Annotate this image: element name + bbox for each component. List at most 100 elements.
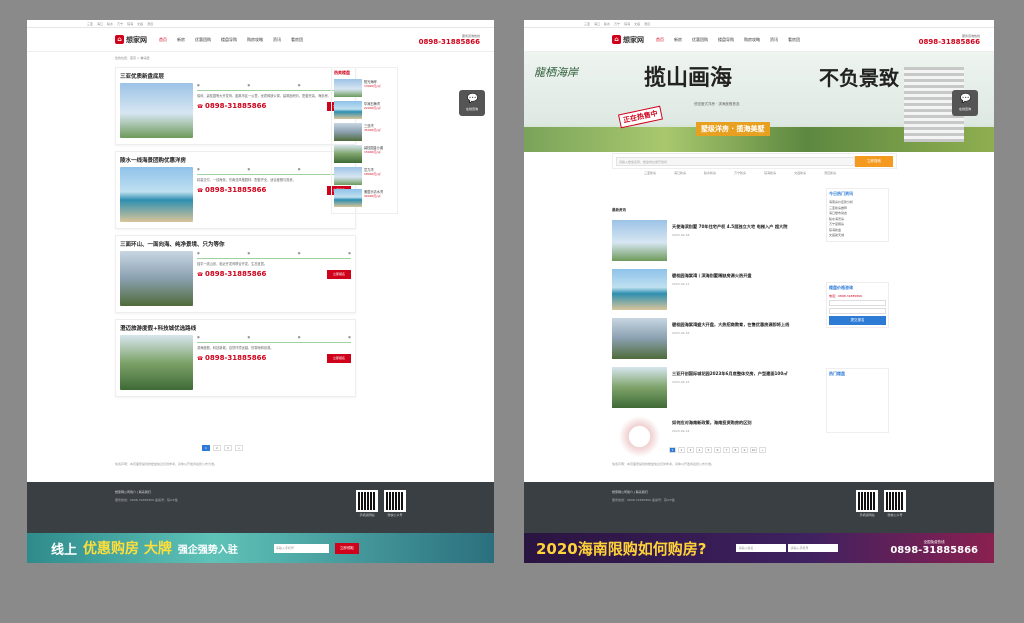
hot-property-item[interactable]: 雅居乐清水湾 30000元/㎡ <box>334 189 395 207</box>
property-image[interactable] <box>120 83 193 138</box>
phone-field[interactable] <box>829 308 886 314</box>
quick-link[interactable]: 琼海新房 <box>764 171 776 175</box>
qr-code-icon <box>856 490 878 512</box>
news-thumb[interactable] <box>612 416 667 457</box>
tour-card[interactable]: 陵水一线海景团购优惠洋房 ●●●● 精装交付、一线海景，东南亚风格园林，配套齐全… <box>115 151 356 229</box>
hot-property-item[interactable]: 华润石梅湾 22000元/㎡ <box>334 101 395 119</box>
hot-projects-sidebar: 热门楼盘 <box>826 368 889 433</box>
tour-card[interactable]: 三亚优质新盘底层 ●●●● 保利、碧桂园等大开发商，距离市区一公里，优质稀缺公寓… <box>115 67 356 145</box>
left-page: 三亚 海口 陵水 万宁 琼海 文昌 澄迈 ⌂ 想家网 首页 新房 优惠团购 楼盘导购 购房攻略 资讯 看房… <box>27 20 494 563</box>
name-field[interactable] <box>829 300 886 306</box>
page-button[interactable]: 1 <box>202 445 210 451</box>
hero-banner[interactable]: 龍栖海岸 揽山画海 不负景致 低密度式洋房 · 滨海度假首选 正在热售中 墅级洋… <box>524 52 994 152</box>
nav-item[interactable]: 首页 <box>159 37 167 43</box>
site-logo[interactable]: ⌂ 想家网 <box>115 35 147 45</box>
news-title[interactable]: 天使海滨别墅 70年住宅产权 4.5层独立大宅 电梯入户 超大院 <box>672 224 787 230</box>
property-image[interactable] <box>120 335 193 390</box>
news-thumb[interactable] <box>612 269 667 310</box>
nav-item[interactable]: 购房攻略 <box>744 37 760 43</box>
news-date: 2023-04-14 <box>672 429 690 433</box>
news-title[interactable]: 三亚开创国际城花园2023年6月底整体交房，户型建面100㎡ <box>672 371 787 377</box>
tour-title[interactable]: 陵水一线海景团购优惠洋房 <box>120 156 351 164</box>
banner-headline-2: 不负景致 <box>819 66 899 90</box>
nav-item[interactable]: 新房 <box>674 37 682 43</box>
nav-item[interactable]: 楼盘导购 <box>221 37 237 43</box>
page-button[interactable]: 5 <box>705 447 712 453</box>
nav-item[interactable]: 首页 <box>656 37 664 43</box>
promo-banner[interactable]: 2020海南限购如何购房? 请输入姓名 请输入手机号 全国免费热线 0898-318… <box>524 533 994 563</box>
news-title[interactable]: 碧桂园海棠湾丨滨海别墅稀缺房源火热开盘 <box>672 273 752 279</box>
property-image[interactable] <box>120 251 193 306</box>
tour-title[interactable]: 三亚优质新盘底层 <box>120 72 351 80</box>
news-thumb[interactable] <box>612 367 667 408</box>
nav-item[interactable]: 资讯 <box>770 37 778 43</box>
page-button[interactable]: » <box>759 447 766 453</box>
page-next-button[interactable]: » <box>235 445 243 451</box>
nav-item[interactable]: 看房团 <box>788 37 800 43</box>
quick-link[interactable]: 海口新房 <box>674 171 686 175</box>
hot-property-item[interactable]: 三亚湾 35000元/㎡ <box>334 123 395 141</box>
page-button[interactable]: 6 <box>714 447 721 453</box>
promo-claim-button[interactable]: 立即领取 <box>334 542 359 554</box>
nav-item[interactable]: 优惠团购 <box>692 37 708 43</box>
news-item[interactable]: 碧桂园海棠湾盛大开盘，大热招商教育，在售优惠房源即将上线 2023-04-16 <box>612 318 817 359</box>
page-button[interactable]: 4 <box>696 447 703 453</box>
news-title[interactable]: 如何应对海南新政策，海南投资购房的区别 <box>672 420 752 426</box>
nav-item[interactable]: 购房攻略 <box>247 37 263 43</box>
nav-item[interactable]: 看房团 <box>291 37 303 43</box>
promo-name-input[interactable]: 请输入姓名 <box>736 544 787 552</box>
top-links[interactable]: 三亚 海口 陵水 万宁 琼海 文昌 澄迈 <box>27 20 494 28</box>
tour-title[interactable]: 三面环山、一面向海、纯净景境、只为等你 <box>120 240 351 248</box>
hot-property-item[interactable]: 富力湾 18000元/㎡ <box>334 167 395 185</box>
page-button[interactable]: 1 <box>669 447 676 453</box>
news-title[interactable]: 碧桂园海棠湾盛大开盘，大热招商教育，在售优惠房源即将上线 <box>672 322 789 328</box>
signup-button[interactable]: 立即报名 <box>326 354 351 363</box>
tour-description: 保利、碧桂园等大开发商，距离市区一公里，优质稀缺公寓，建筑面积约，配套完善，海景… <box>197 94 331 98</box>
signup-button[interactable]: 立即报名 <box>326 270 351 279</box>
tour-card[interactable]: 三面环山、一面向海、纯净景境、只为等你 ● ● ● ● 独享一线山景，临近开发商联合开… <box>115 235 356 313</box>
page-button[interactable]: 3 <box>687 447 694 453</box>
price-inquiry-form: 楼盘价格咨询 电话：0898-31885866 提交报名 <box>826 282 889 328</box>
nav-item[interactable]: 新房 <box>177 37 185 43</box>
quick-link[interactable]: 陵水新房 <box>704 171 716 175</box>
header: ⌂ 想家网 首页 新房 优惠团购 楼盘导购 购房攻略 资讯 看房团 服务咨询热线 0898-31… <box>27 28 494 52</box>
page-button[interactable]: 8 <box>732 447 739 453</box>
promo-phone-input[interactable]: 请输入手机号 <box>273 543 329 553</box>
nav-item[interactable]: 楼盘导购 <box>718 37 734 43</box>
top-links[interactable]: 三亚 海口 陵水 万宁 琼海 文昌 澄迈 <box>524 20 994 28</box>
promo-phone-input[interactable]: 请输入手机号 <box>788 544 839 552</box>
page-button[interactable]: 7 <box>723 447 730 453</box>
page-button[interactable]: 2 <box>678 447 685 453</box>
footer: 想家网公司简介 | 联系我们 服务热线：0898-31885866 备案号：琼I… <box>27 482 494 533</box>
submit-button[interactable]: 提交报名 <box>829 316 886 325</box>
page-button[interactable]: 2 <box>213 445 221 451</box>
page-button[interactable]: 10 <box>750 447 757 453</box>
news-thumb[interactable] <box>612 318 667 359</box>
news-thumb[interactable] <box>612 220 667 261</box>
footer: 想家网公司简介 | 联系我们 服务热线：0898-31885866 备案号：琼I… <box>524 482 994 533</box>
hot-news-link[interactable]: 文昌航天城 <box>829 233 886 239</box>
page-button[interactable]: 9 <box>741 447 748 453</box>
hot-property-item[interactable]: 碧桂园金沙滩 15000元/㎡ <box>334 145 395 163</box>
nav-item[interactable]: 资讯 <box>273 37 281 43</box>
chat-float-button[interactable]: 在线咨询 <box>459 90 485 116</box>
property-image[interactable] <box>120 167 193 222</box>
page-button[interactable]: 3 <box>224 445 232 451</box>
news-item[interactable]: 碧桂园海棠湾丨滨海别墅稀缺房源火热开盘 2023-04-17 <box>612 269 817 310</box>
promo-banner[interactable]: 线上 优惠购房 大牌 强企强势入驻 请输入手机号 立即领取 <box>27 533 494 563</box>
tour-title[interactable]: 澄迈旅游度假+科技城优选路线 <box>120 324 351 332</box>
search-input[interactable]: 请输入楼盘名称、楼盘地址或开发商 <box>616 156 855 166</box>
chat-float-button[interactable]: 在线咨询 <box>952 90 978 116</box>
search-button[interactable]: 立即搜索 <box>855 155 893 167</box>
news-item[interactable]: 天使海滨别墅 70年住宅产权 4.5层独立大宅 电梯入户 超大院 2023-04-… <box>612 220 817 261</box>
hot-property-item[interactable]: 阳光海岸 13000元/㎡ <box>334 79 395 97</box>
quick-link[interactable]: 三亚新房 <box>644 171 656 175</box>
tour-card[interactable]: 澄迈旅游度假+科技城优选路线 ● ● ● ● 滨海度假、科技新城，自然环境优越，热带雨… <box>115 319 356 397</box>
news-item[interactable]: 三亚开创国际城花园2023年6月底整体交房，户型建面100㎡ 2023-04-15 <box>612 367 817 408</box>
news-date: 2023-04-15 <box>672 380 690 384</box>
site-logo[interactable]: ⌂ 想家网 <box>612 35 644 45</box>
quick-link[interactable]: 万宁新房 <box>734 171 746 175</box>
quick-link[interactable]: 澄迈新房 <box>824 171 836 175</box>
quick-link[interactable]: 文昌新房 <box>794 171 806 175</box>
nav-item[interactable]: 优惠团购 <box>195 37 211 43</box>
